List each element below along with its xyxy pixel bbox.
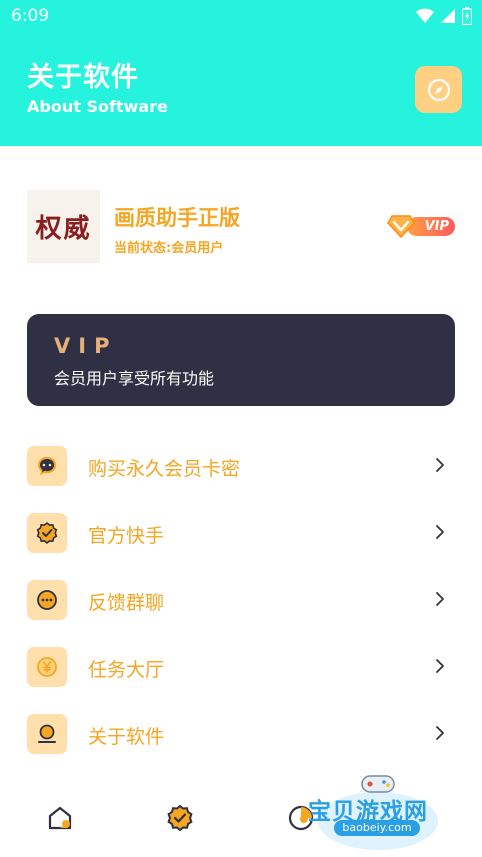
menu-item-feedback-group[interactable]: 反馈群聊 [0,567,482,634]
badge-check-icon [36,521,58,545]
page-title: 关于软件 [27,62,139,93]
chevron-right-icon [436,458,444,472]
menu-label: 任务大厅 [88,659,165,681]
watermark-url: baobeiy.com [334,820,420,836]
compass-button[interactable] [415,66,462,113]
signal-icon [441,9,455,23]
vip-badge: VIP [387,213,457,239]
battery-icon [462,7,472,25]
status-bar: 6:09 [0,0,482,32]
membership-status: 当前状态:会员用户 [114,241,224,256]
menu-icon-wrap [27,714,67,754]
app-name: 画质助手正版 [114,206,240,230]
badge-icon [167,804,193,832]
tab-home[interactable] [46,804,76,834]
menu-item-about-software[interactable]: 关于软件 [0,701,482,768]
menu-icon-wrap [27,580,67,620]
yen-coin-icon [37,657,57,677]
chevron-right-icon [436,525,444,539]
status-icons [416,6,472,26]
tab-badge[interactable] [166,804,196,834]
menu-item-buy-membership[interactable]: 购买永久会员卡密 [0,433,482,500]
chevron-right-icon [436,659,444,673]
app-logo-text: 权威 [35,214,92,244]
header: 6:09 关于软件 About Software [0,0,482,146]
menu-label: 购买永久会员卡密 [88,458,241,480]
diamond-icon [387,215,415,239]
menu-icon-wrap [27,446,67,486]
app-logo: 权威 [27,190,100,263]
menu-item-official-kuaishou[interactable]: 官方快手 [0,500,482,567]
menu-label: 关于软件 [88,726,165,748]
home-icon [48,806,72,830]
message-dots-icon [37,590,57,610]
chevron-right-icon [436,592,444,606]
vip-card[interactable]: VIP 会员用户享受所有功能 [27,314,455,406]
menu-icon-wrap [27,513,67,553]
chat-icon [38,457,56,475]
vip-card-title: VIP [54,334,118,358]
menu-label: 官方快手 [88,525,165,547]
wifi-icon [416,8,434,23]
chevron-right-icon [436,726,444,740]
menu-label: 反馈群聊 [88,592,165,614]
watermark: 宝贝游戏网 baobeiy.com [300,770,460,850]
compass-icon [427,78,450,101]
menu-item-task-hall[interactable]: 任务大厅 [0,634,482,701]
user-info-icon [38,724,56,743]
status-time: 6:09 [11,6,50,26]
page-subtitle: About Software [27,97,168,116]
menu-icon-wrap [27,647,67,687]
vip-card-subtitle: 会员用户享受所有功能 [54,369,215,388]
